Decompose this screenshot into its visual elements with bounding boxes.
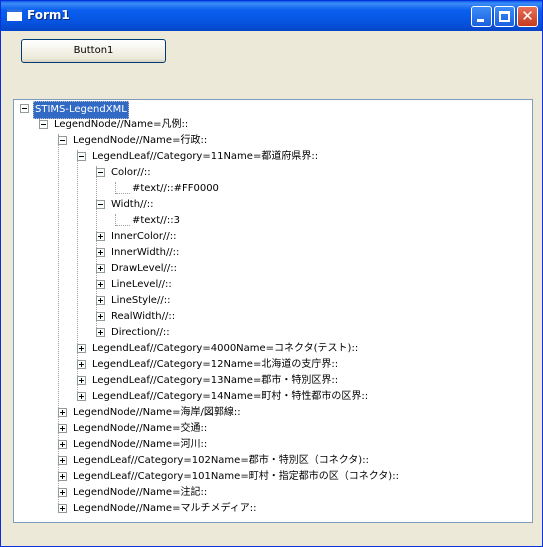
tree-node[interactable]: DrawLevel//:: <box>96 261 179 277</box>
collapse-icon[interactable] <box>39 120 48 129</box>
tree-node-label[interactable]: LegendNode//Name=マルチメディア:: <box>71 501 259 517</box>
expand-icon[interactable] <box>77 360 86 369</box>
close-icon: ✕ <box>521 7 534 25</box>
tree-node[interactable]: #text//::#FF0000 <box>130 181 221 197</box>
tree-node-label[interactable]: LegendNode//Name=河川:: <box>71 437 209 453</box>
tree-node[interactable]: LegendLeaf//Category=102Name=郡市・特別区（コネクタ… <box>58 453 371 469</box>
tree-node-label[interactable]: LegendNode//Name=交通:: <box>71 421 209 437</box>
tree-node[interactable]: LegendNode//Name=注記:: <box>58 485 209 501</box>
tree-node-label[interactable]: LegendLeaf//Category=101Name=町村・指定都市の区（コ… <box>71 469 401 485</box>
tree-node-label[interactable]: LegendLeaf//Category=4000Name=コネクタ(テスト):… <box>90 341 360 357</box>
tree-line <box>116 193 130 194</box>
tree-node-label[interactable]: LegendNode//Name=注記:: <box>71 485 209 501</box>
expand-icon[interactable] <box>58 456 67 465</box>
tree-node-label[interactable]: RealWidth//:: <box>109 309 177 325</box>
tree-node[interactable]: Direction//:: <box>96 325 172 341</box>
tree-node[interactable]: LineStyle//:: <box>96 293 172 309</box>
tree-node[interactable]: LegendLeaf//Category=12Name=北海道の支庁界:: <box>77 357 340 373</box>
tree-node[interactable]: LegendLeaf//Category=14Name=町村・特性都市の区界:: <box>77 389 370 405</box>
tree-node-label[interactable]: InnerColor//:: <box>109 229 178 245</box>
tree-node-label[interactable]: Direction//:: <box>109 325 172 341</box>
form1-window: Form1 ✕ Button1 STIMS-LegendXML LegendNo… <box>0 0 543 547</box>
expand-icon[interactable] <box>96 296 105 305</box>
expand-icon[interactable] <box>58 472 67 481</box>
button1[interactable]: Button1 <box>21 39 166 63</box>
expand-icon[interactable] <box>77 376 86 385</box>
tree-node-label[interactable]: Width//:: <box>109 197 156 213</box>
title-bar[interactable]: Form1 ✕ <box>1 1 542 31</box>
expand-icon[interactable] <box>58 440 67 449</box>
tree-node-label[interactable]: #text//::3 <box>130 213 182 229</box>
expand-icon[interactable] <box>77 344 86 353</box>
tree-node-label[interactable]: LegendLeaf//Category=102Name=郡市・特別区（コネクタ… <box>71 453 371 469</box>
expand-icon[interactable] <box>58 488 67 497</box>
tree-node-label[interactable]: Color//:: <box>109 165 153 181</box>
tree-node[interactable]: LegendLeaf//Category=13Name=郡市・特別区界:: <box>77 373 340 389</box>
collapse-icon[interactable] <box>96 168 105 177</box>
tree-node-label[interactable]: LineStyle//:: <box>109 293 172 309</box>
collapse-icon[interactable] <box>77 152 86 161</box>
expand-icon[interactable] <box>58 424 67 433</box>
tree-node-root[interactable]: STIMS-LegendXML <box>20 101 129 119</box>
tree-node-label[interactable]: LineLevel//:: <box>109 277 174 293</box>
expand-icon[interactable] <box>77 392 86 401</box>
tree-node-label[interactable]: #text//::#FF0000 <box>130 181 221 197</box>
tree-node[interactable]: InnerColor//:: <box>96 229 178 245</box>
client-area: Button1 STIMS-LegendXML LegendNode//Name… <box>5 31 538 543</box>
tree-node-label[interactable]: LegendLeaf//Category=12Name=北海道の支庁界:: <box>90 357 340 373</box>
tree-line <box>116 225 130 226</box>
collapse-icon[interactable] <box>58 136 67 145</box>
tree-node[interactable]: LegendNode//Name=交通:: <box>58 421 209 437</box>
maximize-button[interactable] <box>494 6 515 27</box>
maximize-icon <box>499 11 510 22</box>
window-icon <box>7 9 22 21</box>
tree-node-label[interactable]: LegendNode//Name=凡例:: <box>52 117 190 133</box>
collapse-icon[interactable] <box>20 104 29 113</box>
tree-node[interactable]: LegendNode//Name=凡例:: <box>39 117 190 133</box>
tree-node[interactable]: Color//:: <box>96 165 153 181</box>
tree-view[interactable]: STIMS-LegendXML LegendNode//Name=凡例:: Le… <box>13 99 533 523</box>
tree-node-label[interactable]: LegendLeaf//Category=11Name=都道府県界:: <box>90 149 320 165</box>
tree-node[interactable]: LegendNode//Name=河川:: <box>58 437 209 453</box>
collapse-icon[interactable] <box>96 200 105 209</box>
tree-node[interactable]: InnerWidth//:: <box>96 245 181 261</box>
tree-node-label[interactable]: DrawLevel//:: <box>109 261 179 277</box>
expand-icon[interactable] <box>96 312 105 321</box>
minimize-icon <box>477 19 484 22</box>
tree-node[interactable]: LegendLeaf//Category=11Name=都道府県界:: <box>77 149 320 165</box>
expand-icon[interactable] <box>96 264 105 273</box>
tree-node-label[interactable]: LegendLeaf//Category=14Name=町村・特性都市の区界:: <box>90 389 370 405</box>
window-title: Form1 <box>27 8 70 22</box>
expand-icon[interactable] <box>96 328 105 337</box>
expand-icon[interactable] <box>96 280 105 289</box>
tree-node[interactable]: RealWidth//:: <box>96 309 177 325</box>
tree-node[interactable]: #text//::3 <box>130 213 182 229</box>
tree-node-label[interactable]: InnerWidth//:: <box>109 245 181 261</box>
tree-node[interactable]: LegendLeaf//Category=101Name=町村・指定都市の区（コ… <box>58 469 401 485</box>
tree-node[interactable]: Width//:: <box>96 197 156 213</box>
tree-node[interactable]: LegendNode//Name=マルチメディア:: <box>58 501 259 517</box>
expand-icon[interactable] <box>58 408 67 417</box>
tree-node-label[interactable]: LegendNode//Name=行政:: <box>71 133 209 149</box>
tree-node[interactable]: LineLevel//:: <box>96 277 174 293</box>
tree-node-label[interactable]: LegendLeaf//Category=13Name=郡市・特別区界:: <box>90 373 340 389</box>
tree-node[interactable]: LegendLeaf//Category=4000Name=コネクタ(テスト):… <box>77 341 360 357</box>
expand-icon[interactable] <box>58 504 67 513</box>
tree-node-label[interactable]: LegendNode//Name=海岸/図郭線:: <box>71 405 243 421</box>
expand-icon[interactable] <box>96 248 105 257</box>
tree-node[interactable]: LegendNode//Name=行政:: <box>58 133 209 149</box>
tree-node[interactable]: LegendNode//Name=海岸/図郭線:: <box>58 405 243 421</box>
expand-icon[interactable] <box>96 232 105 241</box>
close-button[interactable]: ✕ <box>517 6 538 27</box>
minimize-button[interactable] <box>471 6 492 27</box>
